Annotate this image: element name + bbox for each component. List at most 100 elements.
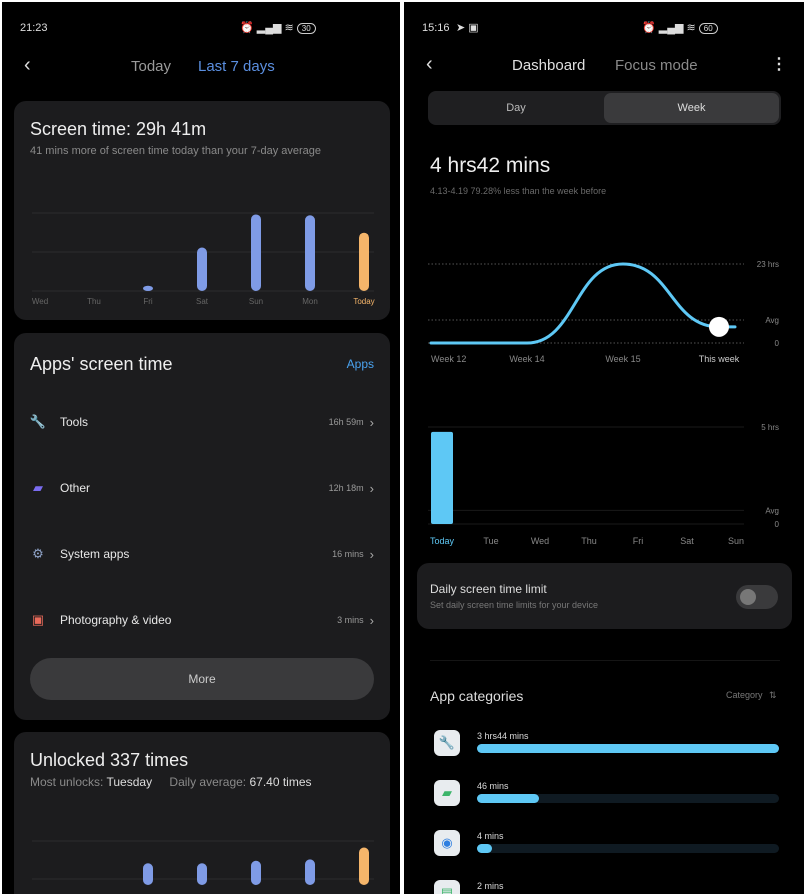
wrench-icon: 🔧: [434, 730, 460, 756]
app-row[interactable]: ⚙ System apps 16 mins ›: [30, 539, 374, 569]
unlocks-subtitle: Most unlocks: Tuesday Daily average: 67.…: [30, 775, 312, 789]
bar-mon: [305, 215, 315, 291]
daily-limit-title: Daily screen time limit: [430, 582, 547, 596]
category-progress-bar: [477, 744, 779, 753]
app-name: System apps: [60, 547, 130, 561]
app-row[interactable]: ▰ Other 12h 18m ›: [30, 473, 374, 503]
more-options-icon[interactable]: ⋮: [771, 54, 787, 74]
app-name: Tools: [60, 415, 89, 429]
date-range: 4.13-4.19: [430, 186, 469, 196]
x-tick-label: Week 12: [431, 354, 466, 364]
screen-time-card: Screen time: 29h 41m 41 mins more of scr…: [14, 101, 390, 320]
x-tick-label: Sat: [680, 536, 694, 546]
daily-average-value: 67.40 times: [249, 775, 312, 789]
category-sort-button[interactable]: Category ⇅: [726, 690, 777, 701]
x-tick-label: Wed: [32, 297, 48, 306]
category-time: 4 mins: [477, 831, 504, 841]
category-time: 46 mins: [477, 781, 509, 791]
x-tick-label: Thu: [581, 536, 597, 546]
weekly-line-chart: 23 hrs Avg 0 Week 12 Week 14 Week 15 This week: [428, 260, 780, 364]
selected-point[interactable]: [709, 316, 729, 337]
period-segmented-control: Day Week: [428, 91, 781, 125]
x-tick-label: Fri: [633, 536, 644, 546]
x-tick-label: Week 14: [509, 354, 544, 364]
x-tick-label: Mon: [302, 297, 318, 306]
sort-label: Category: [726, 690, 763, 700]
right-phone-screen: 15:16 ➤ ▣ ⏰ ▂▄▆ ≋ 60 ‹ Dashboard Focus m…: [404, 2, 804, 894]
app-categories-title: App categories: [430, 688, 524, 704]
app-time: 12h 18m: [328, 483, 364, 493]
category-progress-fill: [477, 844, 493, 853]
stack-icon: ▰: [33, 480, 43, 495]
x-tick-label: Week 15: [605, 354, 640, 364]
app-name: Photography & video: [60, 613, 172, 627]
status-time: 21:23: [20, 22, 48, 34]
daily-bar-chart: 5 hrs Avg 0 Today Tue Wed Thu Fri Sat Sun: [428, 423, 780, 546]
battery-icon: 30: [296, 23, 316, 34]
category-time: 3 hrs44 mins: [477, 731, 529, 741]
bar-fri: [143, 863, 153, 885]
x-tick-label: Today: [353, 297, 374, 306]
left-phone-screen: 21:23 ⏰ ▂▄▆ ≋ 30 ‹ Today Last 7 days Scr…: [2, 2, 400, 894]
screen-time-title: Screen time: 29h 41m: [30, 119, 207, 139]
app-row[interactable]: ▣ Photography & video 3 mins ›: [30, 605, 374, 635]
more-button[interactable]: More: [30, 658, 374, 700]
comparison-text: 79.28% less than the week before: [470, 186, 607, 196]
app-name: Other: [60, 481, 91, 495]
photo-icon: ▣: [31, 612, 45, 627]
x-tick-label: Tue: [483, 536, 498, 546]
category-progress-fill: [477, 794, 539, 803]
app-time: 16h 59m: [328, 417, 364, 427]
daily-limit-subtitle: Set daily screen time limits for your de…: [430, 600, 599, 610]
daily-limit-toggle[interactable]: [736, 585, 778, 609]
back-icon[interactable]: ‹: [426, 53, 433, 76]
back-icon[interactable]: ‹: [24, 54, 31, 77]
apps-link[interactable]: Apps: [347, 357, 374, 371]
chat-icon: ▤: [434, 880, 460, 894]
app-time: 16 mins: [332, 549, 364, 559]
x-tick-label: Wed: [531, 536, 549, 546]
bar-today[interactable]: [431, 431, 453, 524]
tab-dashboard[interactable]: Dashboard: [512, 57, 585, 74]
category-progress-bar: [477, 794, 779, 803]
gear-icon: ⚙: [32, 546, 44, 561]
tab-last-7-days[interactable]: Last 7 days: [198, 58, 275, 75]
search-icon: ◉: [434, 830, 460, 856]
category-progress-fill: [477, 744, 779, 753]
bar-sat: [197, 247, 207, 291]
most-unlocks-value: Tuesday: [106, 775, 153, 789]
y-tick-label: 0: [775, 520, 780, 529]
screen-time-subtitle: 41 mins more of screen time today than y…: [30, 145, 322, 157]
segment-day[interactable]: Day: [428, 91, 604, 125]
app-row[interactable]: 🔧 Tools 16h 59m ›: [30, 407, 374, 437]
toggle-knob: [740, 589, 756, 605]
divider: [430, 660, 780, 661]
week-comparison: 4.13-4.19 79.28% less than the week befo…: [430, 186, 606, 196]
notification-icons: ➤ ▣: [456, 22, 479, 34]
series-line: [429, 262, 737, 345]
tab-focus-mode[interactable]: Focus mode: [615, 57, 698, 74]
x-tick-label: Thu: [87, 297, 101, 306]
x-tick-label: This week: [699, 354, 740, 364]
x-tick-label: Sat: [196, 297, 209, 306]
bar-mon: [305, 859, 315, 885]
status-time: 15:16: [422, 22, 450, 34]
bar-fri: [143, 285, 153, 291]
x-tick-label: Today: [430, 536, 455, 546]
unlocks-title: Unlocked 337 times: [30, 750, 189, 770]
sort-icon: ⇅: [769, 690, 777, 700]
x-tick-label: Fri: [143, 297, 153, 306]
bar-today: [359, 232, 369, 291]
category-progress-bar: [477, 844, 779, 853]
daily-average-label: Daily average:: [169, 775, 250, 789]
apps-title: Apps' screen time: [30, 354, 173, 374]
daily-limit-card[interactable]: Daily screen time limit Set daily screen…: [417, 563, 792, 629]
tab-today[interactable]: Today: [131, 58, 171, 75]
most-unlocks-label: Most unlocks:: [30, 775, 107, 789]
segment-week[interactable]: Week: [604, 93, 779, 123]
unlocks-chart: [32, 840, 374, 885]
total-time: 4 hrs42 mins: [430, 154, 551, 177]
y-tick-label: 5 hrs: [761, 423, 779, 432]
app-time: 3 mins: [337, 615, 364, 625]
y-tick-label: Avg: [765, 316, 779, 325]
